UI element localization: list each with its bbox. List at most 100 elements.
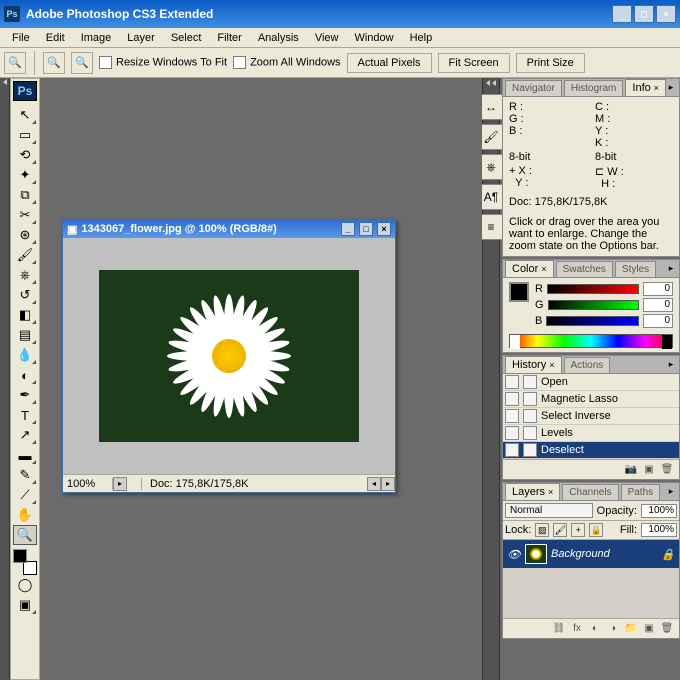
eyedropper-tool[interactable]: ⟋ xyxy=(13,485,37,505)
slice-tool[interactable]: ✂ xyxy=(13,205,37,225)
layer-style-icon[interactable]: fx xyxy=(569,622,585,636)
lock-position-icon[interactable]: + xyxy=(571,523,585,537)
status-menu-icon[interactable]: ▸ xyxy=(113,477,127,491)
delete-layer-icon[interactable]: 🗑 xyxy=(659,622,675,636)
history-item[interactable]: Open xyxy=(503,374,679,391)
color-swatch[interactable] xyxy=(509,282,529,302)
panel-menu-icon[interactable]: ▸ xyxy=(665,81,677,93)
menu-view[interactable]: View xyxy=(307,30,347,46)
delete-state-icon[interactable]: 🗑 xyxy=(659,463,675,477)
history-item[interactable]: Levels xyxy=(503,425,679,442)
pen-tool[interactable]: ✒ xyxy=(13,385,37,405)
minimize-button[interactable]: _ xyxy=(612,5,632,23)
current-tool-icon[interactable]: 🔍 xyxy=(4,52,26,74)
menu-filter[interactable]: Filter xyxy=(209,30,249,46)
shape-tool[interactable]: ▬ xyxy=(13,445,37,465)
adjustment-layer-icon[interactable]: ◑ xyxy=(605,622,621,636)
tab-info[interactable]: Info× xyxy=(625,79,666,96)
doc-minimize-button[interactable]: _ xyxy=(341,222,355,236)
zoom-level-input[interactable]: 100% xyxy=(63,478,113,490)
document-canvas[interactable] xyxy=(99,270,359,442)
red-slider[interactable] xyxy=(547,284,639,294)
panel-menu-icon[interactable]: ▸ xyxy=(665,262,677,274)
doc-close-button[interactable]: × xyxy=(377,222,391,236)
menu-edit[interactable]: Edit xyxy=(38,30,73,46)
opacity-input[interactable]: 100% xyxy=(641,504,677,518)
menu-image[interactable]: Image xyxy=(73,30,120,46)
actual-pixels-button[interactable]: Actual Pixels xyxy=(347,53,432,73)
print-size-button[interactable]: Print Size xyxy=(516,53,585,73)
document-titlebar[interactable]: ▣ 1343067_flower.jpg @ 100% (RGB/8#) _ □… xyxy=(63,220,395,238)
notes-tool[interactable]: ✎ xyxy=(13,465,37,485)
tab-actions[interactable]: Actions xyxy=(564,357,611,373)
tab-swatches[interactable]: Swatches xyxy=(556,261,613,277)
background-color-swatch[interactable] xyxy=(23,561,37,575)
toolbox-handle[interactable] xyxy=(0,78,10,680)
red-value[interactable]: 0 xyxy=(643,282,673,296)
document-window[interactable]: ▣ 1343067_flower.jpg @ 100% (RGB/8#) _ □… xyxy=(62,219,396,493)
tab-styles[interactable]: Styles xyxy=(615,261,656,277)
menu-window[interactable]: Window xyxy=(346,30,401,46)
green-value[interactable]: 0 xyxy=(643,298,673,312)
crop-tool[interactable]: ⧉ xyxy=(13,185,37,205)
healing-brush-tool[interactable]: ⊛ xyxy=(13,225,37,245)
menu-file[interactable]: File xyxy=(4,30,38,46)
dock-handle[interactable]: ↔ 🖌 ⎈ A¶ ≡ xyxy=(482,78,500,680)
lock-all-icon[interactable]: 🔒 xyxy=(589,523,603,537)
tab-histogram[interactable]: Histogram xyxy=(564,80,624,96)
lock-transparency-icon[interactable]: ▨ xyxy=(535,523,549,537)
magic-wand-tool[interactable]: ✦ xyxy=(13,165,37,185)
new-layer-icon[interactable]: ▣ xyxy=(641,622,657,636)
eraser-tool[interactable]: ◧ xyxy=(13,305,37,325)
menu-layer[interactable]: Layer xyxy=(119,30,163,46)
history-item[interactable]: Deselect xyxy=(503,442,679,459)
tab-layers[interactable]: Layers× xyxy=(505,483,560,500)
tab-color[interactable]: Color× xyxy=(505,260,554,277)
marquee-tool[interactable]: ▭ xyxy=(13,125,37,145)
maximize-button[interactable]: □ xyxy=(634,5,654,23)
fit-screen-button[interactable]: Fit Screen xyxy=(438,53,510,73)
layer-row-background[interactable]: 👁 Background 🔒 xyxy=(503,540,679,568)
history-item[interactable]: Magnetic Lasso xyxy=(503,391,679,408)
blur-tool[interactable]: 💧 xyxy=(13,345,37,365)
menu-help[interactable]: Help xyxy=(402,30,441,46)
panel-menu-icon[interactable]: ▸ xyxy=(665,358,677,370)
link-layers-icon[interactable]: ⛓ xyxy=(551,622,567,636)
tab-history[interactable]: History× xyxy=(505,356,562,373)
zoom-out-icon[interactable]: 🔍 xyxy=(71,52,93,74)
doc-maximize-button[interactable]: □ xyxy=(359,222,373,236)
quick-mask-toggle[interactable]: ◯ xyxy=(13,575,37,595)
move-tool[interactable]: ↖ xyxy=(13,105,37,125)
history-brush-tool[interactable]: ↺ xyxy=(13,285,37,305)
layer-visibility-icon[interactable]: 👁 xyxy=(507,547,521,561)
lock-pixels-icon[interactable]: 🖌 xyxy=(553,523,567,537)
snapshot-icon[interactable]: 📷 xyxy=(623,463,639,477)
color-spectrum[interactable] xyxy=(509,334,673,348)
dodge-tool[interactable]: ◐ xyxy=(13,365,37,385)
close-button[interactable]: × xyxy=(656,5,676,23)
fill-input[interactable]: 100% xyxy=(641,523,677,537)
zoom-in-icon[interactable]: 🔍 xyxy=(43,52,65,74)
menu-select[interactable]: Select xyxy=(163,30,210,46)
clone-stamp-tool[interactable]: ⎈ xyxy=(13,265,37,285)
scroll-left-icon[interactable]: ◂ xyxy=(367,477,381,491)
tab-paths[interactable]: Paths xyxy=(621,484,661,500)
history-item[interactable]: Select Inverse xyxy=(503,408,679,425)
group-icon[interactable]: 📁 xyxy=(623,622,639,636)
zoom-all-checkbox[interactable]: Zoom All Windows xyxy=(233,56,340,69)
tab-channels[interactable]: Channels xyxy=(562,484,618,500)
color-swatches[interactable] xyxy=(13,549,37,575)
layer-mask-icon[interactable]: ◐ xyxy=(587,622,603,636)
new-state-icon[interactable]: ▣ xyxy=(641,463,657,477)
tab-navigator[interactable]: Navigator xyxy=(505,80,562,96)
menu-analysis[interactable]: Analysis xyxy=(250,30,307,46)
blue-slider[interactable] xyxy=(546,316,639,326)
lasso-tool[interactable]: ⟲ xyxy=(13,145,37,165)
foreground-color-swatch[interactable] xyxy=(13,549,27,563)
screen-mode-toggle[interactable]: ▣ xyxy=(13,595,37,615)
gradient-tool[interactable]: ▤ xyxy=(13,325,37,345)
blend-mode-select[interactable]: Normal xyxy=(505,503,593,518)
blue-value[interactable]: 0 xyxy=(643,314,673,328)
type-tool[interactable]: T xyxy=(13,405,37,425)
ps-badge-icon[interactable]: Ps xyxy=(13,81,37,101)
